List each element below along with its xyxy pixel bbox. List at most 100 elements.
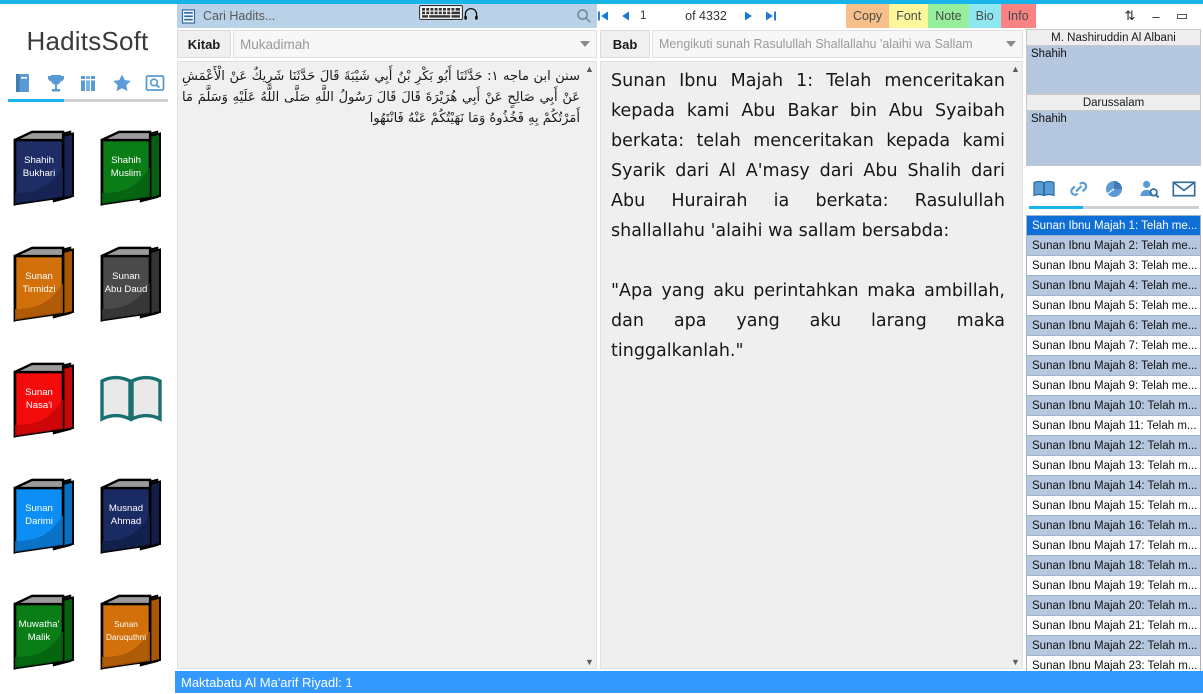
action-button-note[interactable]: Note: [928, 4, 969, 28]
hadith-list-item[interactable]: Sunan Ibnu Majah 5: Telah me...: [1026, 295, 1201, 315]
hadith-list-item[interactable]: Sunan Ibnu Majah 3: Telah me...: [1026, 255, 1201, 275]
hadith-list-item[interactable]: Sunan Ibnu Majah 4: Telah me...: [1026, 275, 1201, 295]
arabic-scrollbar[interactable]: ▲ ▼: [583, 62, 596, 668]
scroll-up-icon[interactable]: ▲: [583, 62, 596, 75]
hadith-list-item[interactable]: Sunan Ibnu Majah 19: Telah m...: [1026, 575, 1201, 595]
book-item[interactable]: Shahih Muslim: [89, 114, 173, 222]
menu-icon[interactable]: [177, 4, 199, 28]
hadith-list-item[interactable]: Sunan Ibnu Majah 13: Telah m...: [1026, 455, 1201, 475]
sort-toggle-icon[interactable]: ⇅: [1118, 4, 1142, 28]
hadith-list-item[interactable]: Sunan Ibnu Majah 14: Telah m...: [1026, 475, 1201, 495]
book-cover-icon: Sunan Darimi: [13, 478, 74, 554]
book-item[interactable]: Sunan Tirmidzi: [2, 230, 86, 338]
mail-icon[interactable]: [1171, 176, 1197, 202]
hadith-list-item[interactable]: Sunan Ibnu Majah 12: Telah m...: [1026, 435, 1201, 455]
kitab-dropdown[interactable]: Mukadimah: [233, 30, 597, 58]
library-icon[interactable]: [76, 70, 102, 96]
current-page-number[interactable]: 1: [636, 10, 674, 22]
grade-value-albani: Shahih: [1026, 46, 1201, 94]
first-page-button[interactable]: [592, 4, 614, 28]
app-brand-title: HaditsSoft: [26, 26, 149, 56]
book-row: Muwatha' Malik Sunan Daruquthni: [0, 578, 175, 686]
hadith-list-item[interactable]: Sunan Ibnu Majah 18: Telah m...: [1026, 555, 1201, 575]
scroll-down-icon[interactable]: ▼: [583, 655, 596, 668]
book-item[interactable]: [89, 346, 173, 454]
book-cover-icon: Sunan Abu Daud: [100, 246, 162, 322]
left-sidebar: HaditsSoft Shahih Bukhari Shahih Muslim …: [0, 4, 175, 693]
link-icon[interactable]: [1066, 176, 1092, 202]
hadith-list-item[interactable]: Sunan Ibnu Majah 17: Telah m...: [1026, 535, 1201, 555]
bab-dropdown[interactable]: Mengikuti sunah Rasulullah Shallallahu '…: [652, 30, 1023, 58]
action-button-bio[interactable]: Bio: [968, 4, 1001, 28]
prev-page-button[interactable]: [614, 4, 636, 28]
action-buttons: Copy Font Note Bio Info: [846, 4, 1036, 28]
hadith-list-item[interactable]: Sunan Ibnu Majah 22: Telah m...: [1026, 635, 1201, 655]
hadith-list-item[interactable]: Sunan Ibnu Majah 10: Telah m...: [1026, 395, 1201, 415]
maximize-button[interactable]: ▭: [1170, 4, 1194, 28]
hadith-list-item[interactable]: Sunan Ibnu Majah 20: Telah m...: [1026, 595, 1201, 615]
minimize-button[interactable]: –: [1144, 4, 1168, 28]
hadith-list-item[interactable]: Sunan Ibnu Majah 11: Telah m...: [1026, 415, 1201, 435]
chevron-down-icon: [580, 41, 590, 47]
svg-text:Daruquthni: Daruquthni: [106, 633, 146, 642]
right-panel-tab-icons: [1026, 172, 1201, 206]
action-button-info[interactable]: Info: [1000, 4, 1036, 28]
book-cover-icon: Shahih Bukhari: [13, 130, 74, 206]
book-row: Shahih Bukhari Shahih Muslim: [0, 114, 175, 222]
hadith-list[interactable]: Sunan Ibnu Majah 1: Telah me... Sunan Ibn…: [1026, 215, 1201, 693]
book-open-icon[interactable]: [1031, 176, 1057, 202]
next-page-button[interactable]: [738, 4, 760, 28]
hadith-list-item[interactable]: Sunan Ibnu Majah 7: Telah me...: [1026, 335, 1201, 355]
svg-text:Ahmad: Ahmad: [111, 516, 141, 527]
headphone-icon[interactable]: [460, 4, 482, 24]
translation-paragraph-1: Sunan Ibnu Majah 1: Telah menceritakan k…: [611, 71, 1005, 241]
hadith-list-item[interactable]: Sunan Ibnu Majah 15: Telah m...: [1026, 495, 1201, 515]
close-button[interactable]: ✕: [1196, 4, 1203, 28]
pager-controls: 1 of 4332: [592, 4, 782, 28]
hadith-list-item[interactable]: Sunan Ibnu Majah 16: Telah m...: [1026, 515, 1201, 535]
star-icon[interactable]: [109, 70, 135, 96]
open-book-icon: [100, 375, 162, 422]
keyboard-icon[interactable]: [419, 5, 463, 20]
svg-text:Abu Daud: Abu Daud: [105, 284, 148, 295]
translation-scrollbar[interactable]: ▲ ▼: [1009, 62, 1022, 668]
search-input[interactable]: [199, 8, 571, 24]
svg-text:Darimi: Darimi: [25, 516, 53, 527]
hadith-list-item[interactable]: Sunan Ibnu Majah 8: Telah me...: [1026, 355, 1201, 375]
book-item[interactable]: Sunan Nasa'i: [2, 346, 86, 454]
book-icon[interactable]: [10, 70, 36, 96]
svg-text:Shahih: Shahih: [111, 155, 141, 166]
book-item[interactable]: Muwatha' Malik: [2, 578, 86, 686]
book-item[interactable]: Sunan Darimi: [2, 462, 86, 570]
scroll-down-icon[interactable]: ▼: [1009, 655, 1022, 668]
hadith-list-item[interactable]: Sunan Ibnu Majah 21: Telah m...: [1026, 615, 1201, 635]
svg-text:Tirmidzi: Tirmidzi: [22, 284, 55, 295]
action-button-copy[interactable]: Copy: [846, 4, 890, 28]
grader-name-albani: M. Nashiruddin Al Albani: [1026, 29, 1201, 46]
person-search-icon[interactable]: [1136, 176, 1162, 202]
chart-pie-icon[interactable]: [1101, 176, 1127, 202]
hadith-list-item[interactable]: Sunan Ibnu Majah 1: Telah me...: [1026, 215, 1201, 235]
book-item[interactable]: Musnad Ahmad: [89, 462, 173, 570]
hadith-list-item[interactable]: Sunan Ibnu Majah 2: Telah me...: [1026, 235, 1201, 255]
bab-value: Mengikuti sunah Rasulullah Shallallahu '…: [659, 37, 973, 51]
trophy-icon[interactable]: [43, 70, 69, 96]
scroll-up-icon[interactable]: ▲: [1009, 62, 1022, 75]
svg-text:Sunan: Sunan: [25, 503, 53, 514]
total-pages-label: of 4332: [685, 9, 727, 23]
last-page-button[interactable]: [760, 4, 782, 28]
sidebar-nav-underline: [8, 99, 168, 102]
action-button-font[interactable]: Font: [889, 4, 929, 28]
browse-icon[interactable]: [142, 70, 168, 96]
book-item[interactable]: Sunan Daruquthni: [89, 578, 173, 686]
svg-text:Sunan: Sunan: [25, 387, 53, 398]
kitab-value: Mukadimah: [240, 36, 310, 52]
status-bar-text: Maktabatu Al Ma'arif Riyadl: 1: [181, 674, 353, 690]
book-cover-icon: Muwatha' Malik: [13, 594, 74, 670]
book-cover-icon: Shahih Muslim: [100, 130, 162, 206]
book-item[interactable]: Sunan Abu Daud: [89, 230, 173, 338]
hadith-list-item[interactable]: Sunan Ibnu Majah 9: Telah me...: [1026, 375, 1201, 395]
grade-value-darussalam: Shahih: [1026, 111, 1201, 166]
book-item[interactable]: Shahih Bukhari: [2, 114, 86, 222]
hadith-list-item[interactable]: Sunan Ibnu Majah 6: Telah me...: [1026, 315, 1201, 335]
